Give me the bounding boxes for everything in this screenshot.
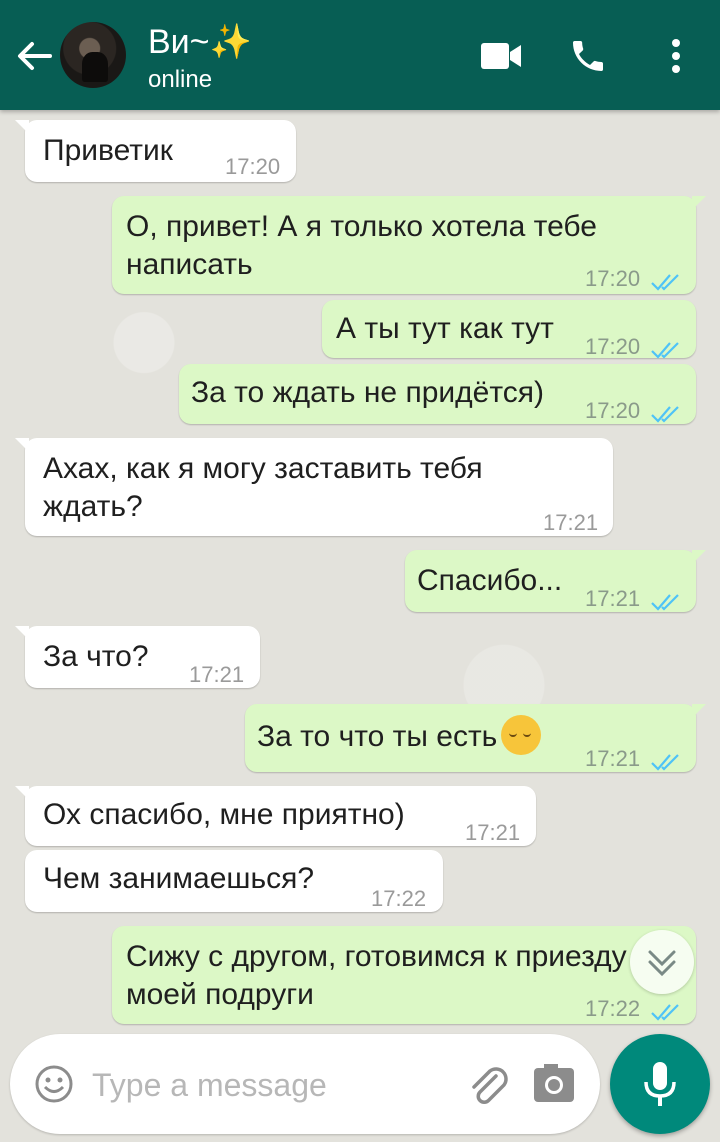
message-incoming[interactable]: Приветик 17:20 xyxy=(15,120,296,182)
read-ticks-icon xyxy=(650,396,684,423)
more-vert-icon[interactable] xyxy=(668,38,684,79)
avatar[interactable] xyxy=(60,22,126,88)
double-chevron-down-icon xyxy=(648,950,676,977)
message-outgoing[interactable]: Сижу с другом, готовимся к приезду моей … xyxy=(112,926,696,1024)
message-time: 17:21 xyxy=(543,510,599,535)
attach-icon[interactable] xyxy=(466,1062,510,1113)
message-text: За то что ты есть xyxy=(257,720,498,753)
contact-status: online xyxy=(148,66,213,93)
message-incoming[interactable]: Чем занимаешься? 17:22 xyxy=(25,850,443,912)
message-time: 17:20 xyxy=(585,398,641,423)
message-text: О, привет! А я только хотела тебе написа… xyxy=(126,210,597,281)
message-composer xyxy=(10,1034,600,1134)
message-incoming[interactable]: Ох спасибо, мне приятно) 17:21 xyxy=(15,786,536,846)
message-text: Спасибо... xyxy=(417,564,563,597)
message-time: 17:20 xyxy=(585,334,641,359)
message-outgoing[interactable]: А ты тут как тут 17:20 xyxy=(322,300,696,359)
back-arrow-icon[interactable] xyxy=(14,38,54,74)
read-ticks-icon xyxy=(650,744,684,771)
message-text: Сижу с другом, готовимся к приезду моей … xyxy=(126,940,627,1011)
message-text: За то ждать не придётся) xyxy=(191,376,544,409)
message-time: 17:21 xyxy=(585,586,641,611)
mic-button[interactable] xyxy=(610,1034,710,1134)
emoji-icon[interactable] xyxy=(34,1064,74,1109)
message-outgoing[interactable]: За то что ты есть 17:21 xyxy=(245,704,706,772)
read-ticks-icon xyxy=(650,264,684,291)
message-time: 17:20 xyxy=(585,266,641,291)
message-outgoing[interactable]: О, привет! А я только хотела тебе написа… xyxy=(112,196,706,294)
scroll-down-button[interactable] xyxy=(630,930,694,994)
message-outgoing[interactable]: За то ждать не придётся) 17:20 xyxy=(179,364,696,424)
message-time: 17:20 xyxy=(225,154,281,179)
video-call-icon[interactable] xyxy=(480,40,522,77)
mic-icon xyxy=(644,1062,676,1106)
message-text: Ох спасибо, мне приятно) xyxy=(43,798,405,831)
message-time: 17:21 xyxy=(465,820,521,845)
message-incoming[interactable]: Ахах, как я могу заставить тебя ждать? 1… xyxy=(15,438,613,536)
message-incoming[interactable]: За что? 17:21 xyxy=(15,626,260,688)
message-time: 17:22 xyxy=(371,886,427,911)
camera-icon[interactable] xyxy=(532,1064,576,1109)
message-outgoing[interactable]: Спасибо... 17:21 xyxy=(405,550,706,612)
message-text: Чем занимаешься? xyxy=(43,862,315,895)
message-input[interactable] xyxy=(90,1056,454,1114)
read-ticks-icon xyxy=(650,994,684,1021)
message-text: За что? xyxy=(43,640,149,673)
message-time: 17:21 xyxy=(189,662,245,687)
message-text: Приветик xyxy=(43,134,173,167)
message-time: 17:22 xyxy=(585,996,641,1021)
read-ticks-icon xyxy=(650,332,684,359)
message-text: А ты тут как тут xyxy=(336,312,554,345)
read-ticks-icon xyxy=(650,584,684,611)
message-time: 17:21 xyxy=(585,746,641,771)
chat-header: Ви~✨ online xyxy=(0,0,720,110)
phone-icon[interactable] xyxy=(568,36,608,81)
contact-name[interactable]: Ви~✨ xyxy=(148,22,252,62)
relieved-face-emoji-icon xyxy=(501,715,542,756)
message-text: Ахах, как я могу заставить тебя ждать? xyxy=(43,452,483,523)
